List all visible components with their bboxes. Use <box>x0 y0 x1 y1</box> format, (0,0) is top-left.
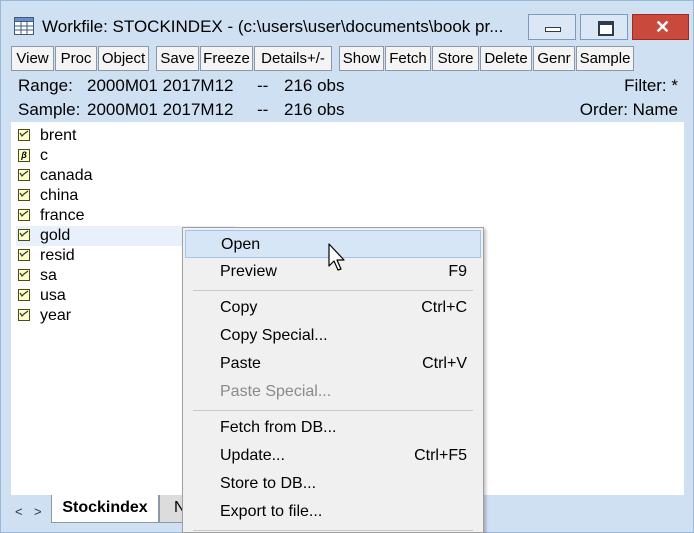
menu-item-label: Update... <box>220 447 285 464</box>
close-button[interactable]: ✕ <box>632 14 689 40</box>
delete-button[interactable]: Delete <box>480 46 532 71</box>
object-name: gold <box>40 227 71 244</box>
mouse-cursor-icon <box>328 243 345 271</box>
menu-item-paste-special: Paste Special... <box>185 378 481 406</box>
tab-scroll-right-icon[interactable]: > <box>34 504 42 519</box>
show-button[interactable]: Show <box>339 46 384 71</box>
list-item-china[interactable]: china <box>16 186 226 206</box>
minimize-button[interactable] <box>528 14 576 40</box>
genr-button[interactable]: Genr <box>533 46 575 71</box>
object-name: c <box>40 147 48 164</box>
menu-item-shortcut: Ctrl+F5 <box>414 447 467 464</box>
range-value[interactable]: 2000M01 2017M12 <box>87 76 234 96</box>
menu-item-label: Copy Special... <box>220 327 328 344</box>
menu-item-label: Open <box>221 236 261 253</box>
menu-item-label: Paste <box>220 355 261 372</box>
object-name: resid <box>40 247 75 264</box>
menu-item-shortcut: Ctrl+V <box>422 355 467 372</box>
series-icon <box>18 309 30 321</box>
store-button[interactable]: Store <box>432 46 479 71</box>
menu-item-store-to-db[interactable]: Store to DB... <box>185 470 481 498</box>
save-button[interactable]: Save <box>156 46 199 71</box>
menu-item-label: Export to file... <box>220 503 323 520</box>
object-name: usa <box>40 287 66 304</box>
sample-value[interactable]: 2000M01 2017M12 <box>87 100 234 120</box>
menu-item-label: Store to DB... <box>220 475 317 492</box>
range-obs: 216 obs <box>284 76 345 95</box>
menu-item-shortcut: F9 <box>448 263 467 280</box>
series-icon <box>18 189 30 201</box>
series-icon <box>18 209 30 221</box>
workfile-grid-icon <box>14 17 34 35</box>
proc-button[interactable]: Proc <box>55 46 97 71</box>
fetch-button[interactable]: Fetch <box>385 46 431 71</box>
tab-stockindex[interactable]: Stockindex <box>51 495 159 523</box>
order-indicator[interactable]: Order: Name <box>580 100 678 120</box>
menu-item-fetch-from-db[interactable]: Fetch from DB... <box>185 414 481 442</box>
maximize-button[interactable] <box>580 14 628 40</box>
series-icon <box>18 229 30 241</box>
object-button[interactable]: Object <box>98 46 149 71</box>
menu-item-update[interactable]: Update... Ctrl+F5 <box>185 442 481 470</box>
list-item-canada[interactable]: canada <box>16 166 226 186</box>
menu-item-label: Fetch from DB... <box>220 419 337 436</box>
maximize-icon <box>598 21 614 36</box>
object-name: france <box>40 207 85 224</box>
freeze-button[interactable]: Freeze <box>200 46 253 71</box>
series-icon <box>18 269 30 281</box>
view-button[interactable]: View <box>11 46 54 71</box>
coefficient-icon: β <box>18 149 30 162</box>
menu-item-label: Preview <box>220 263 277 280</box>
sample-button[interactable]: Sample <box>576 46 634 71</box>
menu-item-paste[interactable]: Paste Ctrl+V <box>185 350 481 378</box>
filter-indicator[interactable]: Filter: * <box>624 76 678 96</box>
object-name: sa <box>40 267 57 284</box>
title-bar[interactable]: Workfile: STOCKINDEX - (c:\users\user\do… <box>1 1 693 43</box>
menu-item-shortcut: Ctrl+C <box>421 299 467 316</box>
menu-separator <box>193 530 473 531</box>
sample-obs: 216 obs <box>284 100 345 119</box>
object-name: china <box>40 187 79 204</box>
object-name: canada <box>40 167 93 184</box>
series-icon <box>18 169 30 181</box>
menu-separator <box>193 290 473 291</box>
list-item-c[interactable]: βc <box>16 146 226 166</box>
close-icon: ✕ <box>655 17 671 37</box>
range-separator: -- <box>257 76 269 95</box>
menu-separator <box>193 410 473 411</box>
object-name: brent <box>40 127 77 144</box>
details-button[interactable]: Details+/- <box>254 46 332 71</box>
list-item-brent[interactable]: brent <box>16 126 226 146</box>
series-icon <box>18 249 30 261</box>
menu-item-label: Paste Special... <box>220 383 332 400</box>
series-icon <box>18 129 30 141</box>
range-label: Range: <box>18 76 73 95</box>
menu-item-label: Copy <box>220 299 258 316</box>
menu-item-copy[interactable]: Copy Ctrl+C <box>185 294 481 322</box>
tab-scroll-left-icon[interactable]: < <box>15 504 23 519</box>
sample-label: Sample: <box>18 100 81 119</box>
list-item-france[interactable]: france <box>16 206 226 226</box>
menu-item-copy-special[interactable]: Copy Special... <box>185 322 481 350</box>
object-name: year <box>40 307 72 324</box>
menu-item-export-to-file[interactable]: Export to file... <box>185 498 481 526</box>
window-title: Workfile: STOCKINDEX - (c:\users\user\do… <box>42 17 504 36</box>
series-icon <box>18 289 30 301</box>
toolbar: View Proc Object Save Freeze Details+/- … <box>11 46 691 72</box>
sample-separator: -- <box>257 100 269 119</box>
workfile-info: Range: 2000M01 2017M12 -- 216 obs Sample… <box>1 73 693 121</box>
minimize-icon <box>545 27 561 32</box>
